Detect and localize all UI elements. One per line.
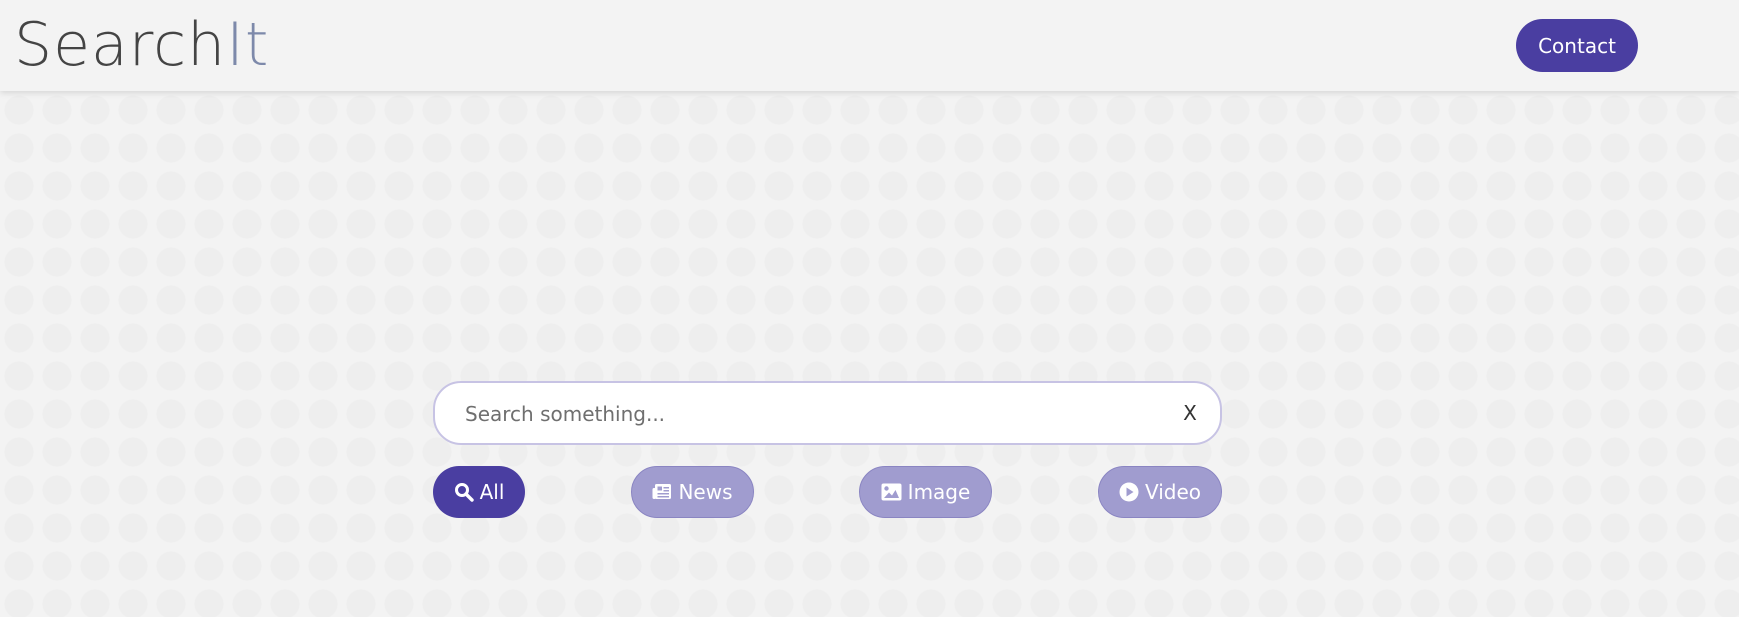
filter-all-button[interactable]: All	[433, 466, 525, 518]
top-header: SearchIt Contact	[0, 0, 1739, 91]
background-pattern	[0, 91, 1739, 617]
logo-text-search: Search	[14, 10, 227, 80]
newspaper-icon	[652, 483, 672, 501]
filter-all-label: All	[479, 480, 505, 504]
search-input[interactable]	[463, 383, 1147, 445]
contact-button[interactable]: Contact	[1516, 19, 1638, 72]
logo-text-it: It	[226, 10, 270, 80]
logo[interactable]: SearchIt	[14, 8, 269, 82]
filter-news-button[interactable]: News	[631, 466, 754, 518]
filter-video-button[interactable]: Video	[1098, 466, 1222, 518]
play-circle-icon	[1119, 482, 1139, 502]
filter-image-label: Image	[907, 480, 971, 504]
clear-search-button[interactable]: X	[1175, 395, 1205, 431]
filter-news-label: News	[678, 480, 733, 504]
filter-image-button[interactable]: Image	[859, 466, 992, 518]
search-icon	[454, 482, 474, 502]
filter-video-label: Video	[1144, 480, 1202, 504]
search-box: X	[433, 381, 1222, 445]
image-icon	[881, 483, 902, 501]
